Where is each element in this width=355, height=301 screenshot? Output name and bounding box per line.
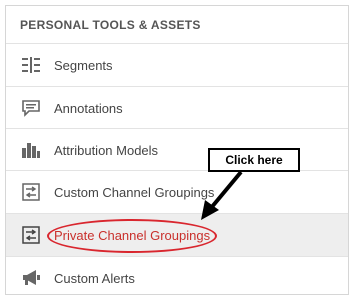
menu-item-label: Annotations — [54, 100, 123, 116]
megaphone-icon — [20, 267, 42, 289]
annotation-icon — [20, 97, 42, 119]
segments-icon — [20, 54, 42, 76]
channel-grouping-icon — [20, 181, 42, 203]
menu-item-label: Attribution Models — [54, 142, 159, 158]
pointer-arrow-icon — [201, 170, 243, 220]
bar-chart-icon — [20, 139, 42, 161]
menu-item-label: Custom Channel Groupings — [54, 184, 215, 200]
menu-item-segments[interactable]: Segments — [6, 43, 348, 86]
menu-item-annotations[interactable]: Annotations — [6, 86, 348, 129]
highlight-ellipse — [47, 219, 217, 253]
channel-grouping-icon — [20, 224, 42, 246]
menu-item-custom-channel-groupings[interactable]: Custom Channel Groupings — [6, 170, 348, 213]
menu-item-custom-alerts[interactable]: Custom Alerts — [6, 256, 348, 299]
menu-item-label: Segments — [54, 57, 113, 73]
menu-item-label: Custom Alerts — [54, 270, 135, 286]
section-header: PERSONAL TOOLS & ASSETS — [20, 18, 201, 32]
